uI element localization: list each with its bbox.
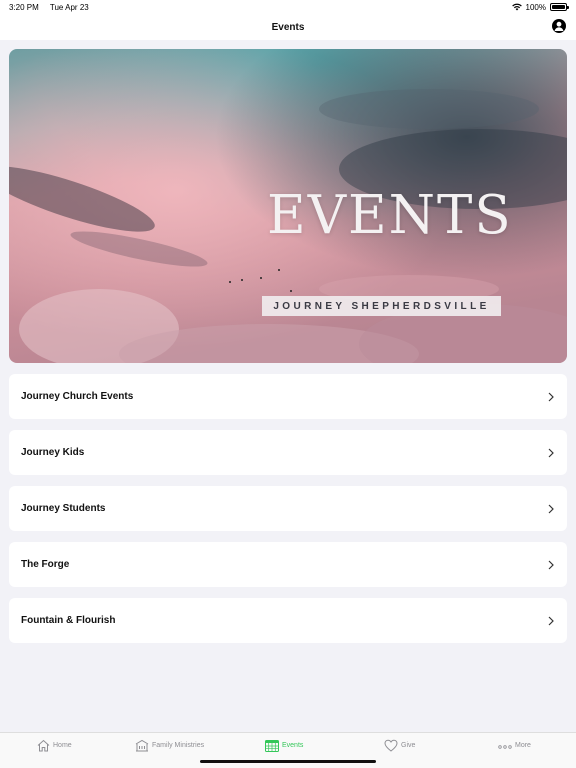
chevron-right-icon <box>548 560 554 569</box>
tab-label: Family Ministries <box>152 742 205 749</box>
person-circle-icon <box>554 21 564 31</box>
tab-label: Give <box>401 742 416 749</box>
wifi-icon <box>511 3 522 11</box>
building-icon <box>135 739 149 752</box>
status-time: 3:20 PM <box>9 2 39 12</box>
tab-label: Home <box>53 742 72 749</box>
chevron-right-icon <box>548 504 554 513</box>
chevron-right-icon <box>548 448 554 457</box>
profile-button[interactable] <box>552 19 566 33</box>
tab-family-ministries[interactable]: Family Ministries <box>135 739 204 752</box>
chevron-right-icon <box>548 616 554 625</box>
list-item-label: Journey Church Events <box>21 391 134 402</box>
heart-icon <box>384 739 398 752</box>
event-category-list: Journey Church Events Journey Kids Journ… <box>9 374 567 654</box>
navigation-bar: Events <box>0 14 576 40</box>
battery-icon <box>550 3 569 11</box>
events-hero-banner: EVENTS JOURNEY SHEPHERDSVILLE <box>9 49 567 363</box>
status-date: Tue Apr 23 <box>49 2 89 12</box>
page-title: Events <box>271 21 305 33</box>
tab-label: Events <box>282 742 304 749</box>
hero-title: EVENTS <box>267 185 513 246</box>
list-item-the-forge[interactable]: The Forge <box>9 542 567 587</box>
hero-subtitle: JOURNEY SHEPHERDSVILLE <box>262 296 501 316</box>
status-bar: 3:20 PM Tue Apr 23 100% <box>0 0 576 14</box>
status-right: 100% <box>511 2 569 12</box>
battery-fill <box>552 5 565 9</box>
battery-percent: 100% <box>525 2 546 12</box>
calendar-icon <box>265 740 279 752</box>
screen: 3:20 PM Tue Apr 23 100% Events EVENTS JO… <box>0 0 576 768</box>
list-item-label: The Forge <box>21 559 70 570</box>
house-icon <box>37 739 50 752</box>
list-item-journey-church-events[interactable]: Journey Church Events <box>9 374 567 419</box>
list-item-label: Journey Kids <box>21 447 85 458</box>
chevron-right-icon <box>548 392 554 401</box>
tab-home[interactable]: Home <box>37 739 72 752</box>
tab-give[interactable]: Give <box>384 739 415 752</box>
status-left: 3:20 PM Tue Apr 23 <box>9 3 98 12</box>
home-indicator[interactable] <box>200 760 376 763</box>
tab-label: More <box>515 742 531 749</box>
tab-more[interactable]: More <box>498 739 531 752</box>
list-item-label: Fountain & Flourish <box>21 615 116 626</box>
list-item-fountain-flourish[interactable]: Fountain & Flourish <box>9 598 567 643</box>
tab-events[interactable]: Events <box>265 739 303 752</box>
list-item-journey-kids[interactable]: Journey Kids <box>9 430 567 475</box>
list-item-journey-students[interactable]: Journey Students <box>9 486 567 531</box>
ellipsis-icon <box>498 745 512 749</box>
list-item-label: Journey Students <box>21 503 106 514</box>
